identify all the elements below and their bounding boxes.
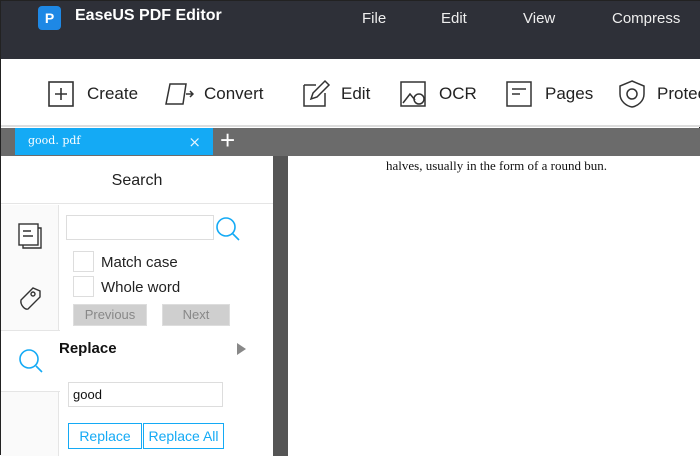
search-submit-icon[interactable] bbox=[215, 216, 241, 242]
search-icon bbox=[18, 349, 43, 373]
panel-title: Search bbox=[1, 156, 273, 204]
shield-icon bbox=[619, 80, 645, 108]
tag-icon bbox=[20, 287, 41, 310]
tab-good-pdf[interactable]: good. pdf × bbox=[15, 128, 213, 155]
pages-icon bbox=[506, 81, 532, 107]
app-title: EaseUS PDF Editor bbox=[75, 7, 222, 24]
plus-square-icon bbox=[48, 81, 74, 107]
edit-label: Edit bbox=[341, 84, 371, 103]
bookmarks-button[interactable] bbox=[1, 267, 59, 329]
protect-button[interactable]: Protect bbox=[617, 79, 700, 109]
close-icon[interactable]: × bbox=[188, 133, 201, 151]
convert-label: Convert bbox=[204, 84, 264, 103]
menu-view[interactable]: View bbox=[523, 10, 555, 27]
toolbar: Create Convert Edit OCR Pages Protect bbox=[1, 59, 700, 127]
tab-strip: good. pdf × + bbox=[1, 125, 700, 156]
pages-label: Pages bbox=[545, 84, 594, 103]
thumbnails-button[interactable] bbox=[1, 205, 59, 267]
add-tab-icon[interactable]: + bbox=[220, 125, 235, 156]
edit-button[interactable]: Edit bbox=[301, 79, 370, 109]
ocr-button[interactable]: OCR bbox=[399, 79, 477, 109]
pages-icon bbox=[18, 223, 42, 249]
search-tab-button[interactable] bbox=[1, 330, 60, 392]
title-bar: P EaseUS PDF Editor File Edit View Compr… bbox=[1, 1, 700, 59]
pages-button[interactable]: Pages bbox=[505, 79, 593, 109]
replace-heading: Replace bbox=[59, 340, 117, 357]
create-label: Create bbox=[87, 84, 139, 103]
ocr-image-icon bbox=[400, 81, 426, 107]
document-text: halves, usually in the form of a round b… bbox=[386, 158, 607, 173]
menu-edit[interactable]: Edit bbox=[441, 10, 467, 27]
convert-icon bbox=[165, 83, 194, 105]
convert-button[interactable]: Convert bbox=[164, 79, 264, 109]
panel-icon-column bbox=[1, 205, 60, 456]
replace-all-button[interactable]: Replace All bbox=[143, 423, 224, 449]
panel-divider[interactable] bbox=[273, 156, 288, 456]
edit-pencil-icon bbox=[303, 79, 331, 107]
tab-label: good. pdf bbox=[28, 134, 81, 147]
match-case-checkbox[interactable] bbox=[73, 251, 94, 272]
next-button[interactable]: Next bbox=[162, 304, 230, 326]
previous-button[interactable]: Previous bbox=[73, 304, 147, 326]
expand-triangle-icon[interactable] bbox=[237, 343, 246, 355]
search-input[interactable] bbox=[66, 215, 214, 240]
search-panel: Search Match case Whole word Previous Ne… bbox=[1, 156, 273, 456]
whole-word-checkbox[interactable] bbox=[73, 276, 94, 297]
menu-file[interactable]: File bbox=[362, 10, 386, 27]
whole-word-label: Whole word bbox=[101, 279, 181, 296]
replace-input[interactable]: good bbox=[68, 382, 223, 407]
ocr-label: OCR bbox=[439, 84, 477, 103]
app-logo-icon: P bbox=[38, 6, 61, 30]
replace-button[interactable]: Replace bbox=[68, 423, 142, 449]
menu-compress[interactable]: Compress bbox=[612, 10, 680, 27]
match-case-label: Match case bbox=[101, 254, 178, 271]
create-button[interactable]: Create bbox=[47, 79, 138, 109]
document-page: halves, usually in the form of a round b… bbox=[288, 156, 700, 456]
protect-label: Protect bbox=[657, 84, 700, 103]
